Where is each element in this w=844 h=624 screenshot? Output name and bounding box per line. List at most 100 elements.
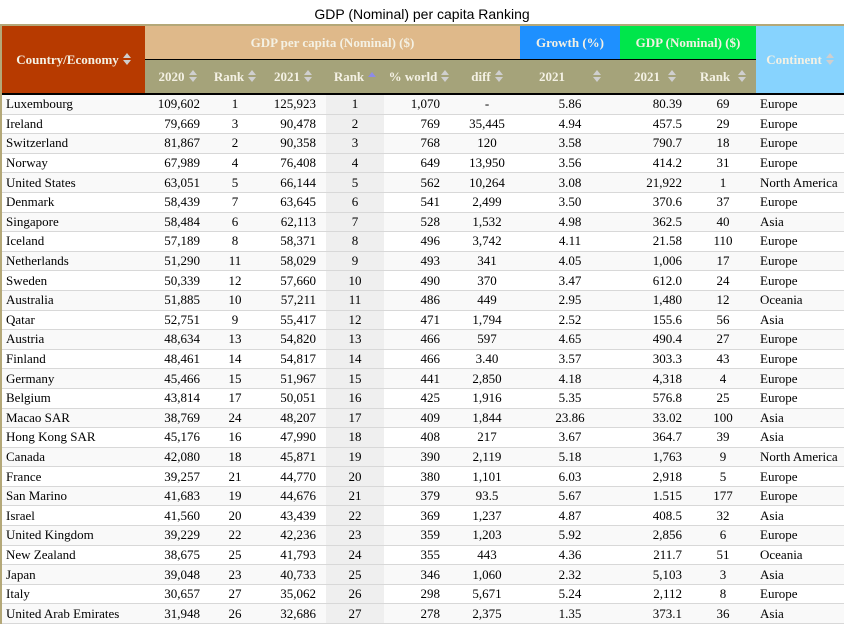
- cell-percent-world: 380: [384, 466, 454, 487]
- cell-percent-world: 541: [384, 192, 454, 213]
- cell-gdp-nominal-2021: 2,918: [620, 466, 690, 487]
- table-row[interactable]: Japan 39,048 23 40,733 25 346 1,060 2.32…: [2, 564, 844, 585]
- cell-rank-2021: 18: [326, 427, 384, 448]
- group-header-growth: Growth (%): [520, 26, 620, 60]
- table-row[interactable]: Netherlands 51,290 11 58,029 9 493 341 4…: [2, 251, 844, 272]
- cell-diff: 1,844: [454, 408, 520, 429]
- column-header-growth-2021[interactable]: 2021: [520, 59, 620, 95]
- cell-continent: Europe: [756, 584, 844, 605]
- cell-gdp-per-capita-2020: 67,989: [145, 153, 210, 174]
- column-header-rank-2020[interactable]: Rank: [210, 59, 260, 95]
- cell-continent: Asia: [756, 310, 844, 331]
- cell-gdp-per-capita-2020: 45,176: [145, 427, 210, 448]
- cell-gdp-nominal-2021: 303.3: [620, 349, 690, 370]
- cell-rank-2020: 6: [210, 212, 260, 233]
- table-row[interactable]: Qatar 52,751 9 55,417 12 471 1,794 2.52 …: [2, 310, 844, 331]
- cell-gdp-per-capita-2020: 63,051: [145, 172, 210, 193]
- table-row[interactable]: United States 63,051 5 66,144 5 562 10,2…: [2, 172, 844, 193]
- column-header-rank-2021[interactable]: Rank: [326, 59, 384, 95]
- table-row[interactable]: Sweden 50,339 12 57,660 10 490 370 3.47 …: [2, 270, 844, 291]
- cell-continent: Asia: [756, 408, 844, 429]
- cell-gdp-nominal-2021: 612.0: [620, 270, 690, 291]
- cell-gdp-nominal-2021: 4,318: [620, 368, 690, 389]
- header-label: % world: [388, 68, 438, 84]
- table-row[interactable]: Denmark 58,439 7 63,645 6 541 2,499 3.50…: [2, 192, 844, 213]
- cell-rank-2020: 27: [210, 584, 260, 605]
- cell-growth-2021: 5.24: [520, 584, 620, 605]
- table-row[interactable]: Luxembourg 109,602 1 125,923 1 1,070 - 5…: [2, 94, 844, 115]
- cell-percent-world: 278: [384, 603, 454, 624]
- table-row[interactable]: Belgium 43,814 17 50,051 16 425 1,916 5.…: [2, 388, 844, 409]
- cell-percent-world: 490: [384, 270, 454, 291]
- cell-country: Singapore: [2, 212, 145, 233]
- cell-country: New Zealand: [2, 545, 145, 566]
- column-header-country[interactable]: Country/Economy: [2, 26, 145, 95]
- cell-gdp-per-capita-2021: 90,358: [260, 133, 326, 154]
- table-row[interactable]: Finland 48,461 14 54,817 14 466 3.40 3.5…: [2, 349, 844, 370]
- table-row[interactable]: Singapore 58,484 6 62,113 7 528 1,532 4.…: [2, 212, 844, 233]
- table-row[interactable]: New Zealand 38,675 25 41,793 24 355 443 …: [2, 545, 844, 566]
- cell-gdp-nominal-2021: 211.7: [620, 545, 690, 566]
- table-row[interactable]: Hong Kong SAR 45,176 16 47,990 18 408 21…: [2, 427, 844, 448]
- cell-gdp-rank: 39: [690, 427, 756, 448]
- table-row[interactable]: Austria 48,634 13 54,820 13 466 597 4.65…: [2, 329, 844, 350]
- cell-growth-2021: 2.52: [520, 310, 620, 331]
- table-row[interactable]: United Arab Emirates 31,948 26 32,686 27…: [2, 603, 844, 624]
- cell-percent-world: 496: [384, 231, 454, 252]
- cell-growth-2021: 3.67: [520, 427, 620, 448]
- sort-icon: [188, 69, 197, 83]
- cell-growth-2021: 4.05: [520, 251, 620, 272]
- cell-gdp-rank: 177: [690, 486, 756, 507]
- cell-gdp-per-capita-2020: 109,602: [145, 94, 210, 115]
- cell-gdp-per-capita-2020: 81,867: [145, 133, 210, 154]
- cell-rank-2021: 2: [326, 114, 384, 135]
- table-row[interactable]: Switzerland 81,867 2 90,358 3 768 120 3.…: [2, 133, 844, 154]
- table-row[interactable]: San Marino 41,683 19 44,676 21 379 93.5 …: [2, 486, 844, 507]
- cell-gdp-rank: 8: [690, 584, 756, 605]
- table-row[interactable]: Canada 42,080 18 45,871 19 390 2,119 5.1…: [2, 447, 844, 468]
- cell-growth-2021: 4.36: [520, 545, 620, 566]
- column-header-continent[interactable]: Continent: [756, 26, 844, 95]
- table-row[interactable]: United Kingdom 39,229 22 42,236 23 359 1…: [2, 525, 844, 546]
- cell-rank-2020: 17: [210, 388, 260, 409]
- sort-icon: [668, 69, 676, 83]
- cell-diff: 1,532: [454, 212, 520, 233]
- cell-gdp-nominal-2021: 364.7: [620, 427, 690, 448]
- column-header-diff[interactable]: diff: [454, 59, 520, 95]
- cell-gdp-per-capita-2020: 48,461: [145, 349, 210, 370]
- table-row[interactable]: Germany 45,466 15 51,967 15 441 2,850 4.…: [2, 368, 844, 389]
- table-row[interactable]: Israel 41,560 20 43,439 22 369 1,237 4.8…: [2, 505, 844, 527]
- cell-percent-world: 528: [384, 212, 454, 233]
- cell-gdp-rank: 18: [690, 133, 756, 154]
- cell-growth-2021: 1.35: [520, 603, 620, 624]
- column-header-gdp-2021[interactable]: 2021: [620, 59, 690, 95]
- cell-continent: Europe: [756, 349, 844, 370]
- table-row[interactable]: Norway 67,989 4 76,408 4 649 13,950 3.56…: [2, 153, 844, 174]
- column-header-2020[interactable]: 2020: [145, 59, 210, 95]
- cell-gdp-per-capita-2021: 58,029: [260, 251, 326, 272]
- cell-continent: Europe: [756, 114, 844, 135]
- column-header-gdp-rank[interactable]: Rank: [690, 59, 756, 95]
- column-header-2021[interactable]: 2021: [260, 59, 326, 95]
- cell-percent-world: 471: [384, 310, 454, 331]
- table-row[interactable]: France 39,257 21 44,770 20 380 1,101 6.0…: [2, 466, 844, 487]
- header-label: 2020: [158, 68, 185, 84]
- table-row[interactable]: Ireland 79,669 3 90,478 2 769 35,445 4.9…: [2, 114, 844, 135]
- table-row[interactable]: Macao SAR 38,769 24 48,207 17 409 1,844 …: [2, 408, 844, 429]
- table-row[interactable]: Australia 51,885 10 57,211 11 486 449 2.…: [2, 290, 844, 311]
- cell-rank-2021: 10: [326, 270, 384, 291]
- cell-continent: Europe: [756, 525, 844, 546]
- cell-diff: 13,950: [454, 153, 520, 174]
- cell-gdp-per-capita-2020: 45,466: [145, 368, 210, 389]
- cell-rank-2020: 21: [210, 466, 260, 487]
- table-row[interactable]: Iceland 57,189 8 58,371 8 496 3,742 4.11…: [2, 231, 844, 252]
- cell-percent-world: 409: [384, 408, 454, 429]
- table-row[interactable]: Italy 30,657 27 35,062 26 298 5,671 5.24…: [2, 584, 844, 605]
- cell-diff: 2,375: [454, 603, 520, 624]
- cell-diff: 93.5: [454, 486, 520, 507]
- sort-icon: [248, 69, 257, 83]
- column-header-percent-world[interactable]: % world: [384, 59, 454, 95]
- cell-rank-2021: 27: [326, 603, 384, 624]
- cell-country: Austria: [2, 329, 145, 350]
- cell-growth-2021: 3.50: [520, 192, 620, 213]
